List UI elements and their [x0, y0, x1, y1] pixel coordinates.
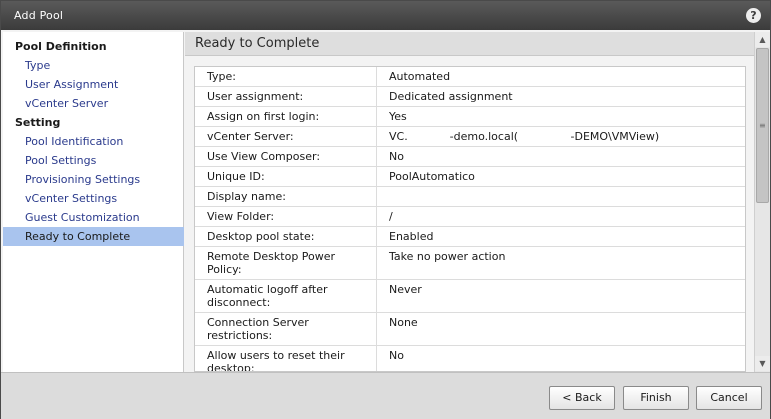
table-row: Unique ID: PoolAutomatico	[195, 167, 745, 187]
row-label: Allow users to reset their desktop:	[207, 349, 345, 372]
scroll-thumb[interactable]: ≡	[756, 48, 769, 203]
table-row: Use View Composer: No	[195, 147, 745, 167]
column-divider	[376, 207, 377, 226]
row-value: No	[389, 349, 404, 362]
row-label: Assign on first login:	[207, 110, 320, 123]
row-label: Automatic logoff after disconnect:	[207, 283, 328, 309]
row-value: No	[389, 150, 404, 163]
row-value: PoolAutomatico	[389, 170, 475, 183]
sidebar-item-provisioning-settings[interactable]: Provisioning Settings	[3, 170, 184, 189]
row-value: None	[389, 316, 418, 329]
row-label: Display name:	[207, 190, 286, 203]
table-row: Connection Server restrictions: None	[195, 313, 745, 346]
finish-button[interactable]: Finish	[623, 386, 689, 410]
row-value: Automated	[389, 70, 451, 83]
add-pool-dialog: Add Pool ? Pool Definition Type User Ass…	[0, 0, 771, 419]
arrow-up-icon[interactable]: ▲	[755, 32, 770, 47]
sidebar-item-type[interactable]: Type	[3, 56, 184, 75]
row-label: View Folder:	[207, 210, 275, 223]
sidebar-item-user-assignment[interactable]: User Assignment	[3, 75, 184, 94]
table-row: Display name:	[195, 187, 745, 207]
row-label: Unique ID:	[207, 170, 265, 183]
row-label: vCenter Server:	[207, 130, 294, 143]
row-value: Take no power action	[389, 250, 506, 263]
row-value: VC. -demo.local( -DEMO\VMView)	[389, 130, 660, 143]
column-divider	[376, 280, 377, 312]
arrow-down-icon[interactable]: ▼	[755, 356, 770, 371]
column-divider	[376, 167, 377, 186]
column-divider	[376, 147, 377, 166]
main-panel: Ready to Complete Type: Automated User a…	[185, 32, 770, 372]
row-value: Never	[389, 283, 422, 296]
table-row: Desktop pool state: Enabled	[195, 227, 745, 247]
page-title: Ready to Complete	[195, 36, 320, 51]
row-label: Connection Server restrictions:	[207, 316, 309, 342]
table-row: Assign on first login: Yes	[195, 107, 745, 127]
table-row: Type: Automated	[195, 67, 745, 87]
column-divider	[376, 87, 377, 106]
row-label: Remote Desktop Power Policy:	[207, 250, 336, 276]
back-button[interactable]: < Back	[549, 386, 615, 410]
column-divider	[376, 107, 377, 126]
grip-icon: ≡	[759, 121, 766, 130]
column-divider	[376, 346, 377, 371]
help-icon[interactable]: ?	[746, 8, 761, 23]
row-label: Type:	[207, 70, 236, 83]
sidebar-item-vcenter-server[interactable]: vCenter Server	[3, 94, 184, 113]
row-value: Yes	[389, 110, 407, 123]
window-title: Add Pool	[14, 9, 64, 22]
column-divider	[376, 127, 377, 146]
sidebar-item-pool-identification[interactable]: Pool Identification	[3, 132, 184, 151]
page-header: Ready to Complete	[185, 32, 754, 56]
column-divider	[376, 67, 377, 86]
cancel-button[interactable]: Cancel	[696, 386, 762, 410]
row-label: Use View Composer:	[207, 150, 321, 163]
title-bar: Add Pool ?	[1, 1, 770, 30]
summary-table: Type: Automated User assignment: Dedicat…	[194, 66, 746, 372]
table-row: Automatic logoff after disconnect: Never	[195, 280, 745, 313]
column-divider	[376, 187, 377, 206]
sidebar-item-guest-customization[interactable]: Guest Customization	[3, 208, 184, 227]
table-row: Allow users to reset their desktop: No	[195, 346, 745, 372]
row-label: Desktop pool state:	[207, 230, 315, 243]
table-row: Remote Desktop Power Policy: Take no pow…	[195, 247, 745, 280]
sidebar-item-vcenter-settings[interactable]: vCenter Settings	[3, 189, 184, 208]
column-divider	[376, 313, 377, 345]
table-row: vCenter Server: VC. -demo.local( -DEMO\V…	[195, 127, 745, 147]
row-value: /	[389, 210, 393, 223]
vertical-scrollbar[interactable]: ▲ ≡ ▼	[754, 32, 770, 372]
sidebar-item-pool-settings[interactable]: Pool Settings	[3, 151, 184, 170]
row-value: Dedicated assignment	[389, 90, 513, 103]
dialog-footer: < Back Finish Cancel	[1, 372, 770, 419]
row-label: User assignment:	[207, 90, 304, 103]
table-row: View Folder: /	[195, 207, 745, 227]
wizard-sidebar: Pool Definition Type User Assignment vCe…	[3, 32, 184, 372]
row-value: Enabled	[389, 230, 434, 243]
column-divider	[376, 247, 377, 279]
sidebar-item-ready-to-complete[interactable]: Ready to Complete	[3, 227, 184, 246]
section-header-pool-definition: Pool Definition	[15, 40, 107, 53]
section-header-setting: Setting	[15, 116, 61, 129]
table-row: User assignment: Dedicated assignment	[195, 87, 745, 107]
column-divider	[376, 227, 377, 246]
